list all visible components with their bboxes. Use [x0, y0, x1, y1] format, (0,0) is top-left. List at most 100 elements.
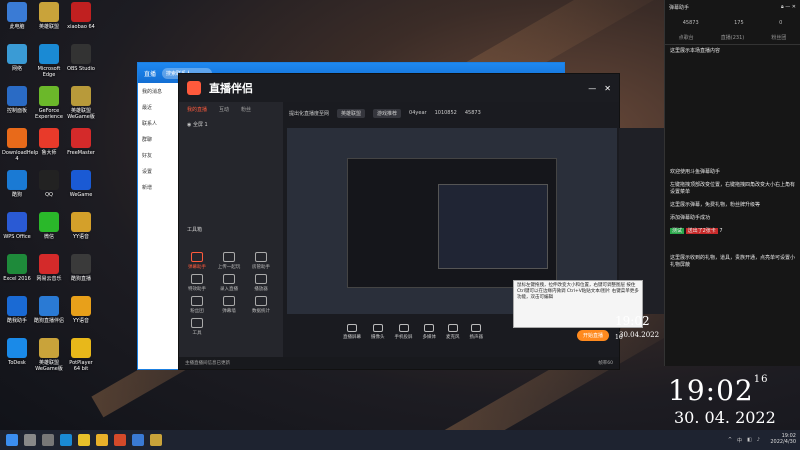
search-icon[interactable]: [24, 434, 36, 446]
tab-interact[interactable]: 互动: [219, 106, 229, 113]
chat-sidebar-item[interactable]: 新增: [138, 179, 178, 195]
desktop-icon[interactable]: YY语音: [66, 212, 96, 240]
app-icon: [7, 44, 27, 64]
control-button[interactable]: 直播屏幕: [343, 324, 361, 340]
desktop-icon[interactable]: 酷我助手: [2, 296, 32, 324]
minimize-icon[interactable]: —: [785, 4, 790, 10]
stream-title[interactable]: 提出化直播度至网: [289, 110, 329, 117]
tool-label: 特效助手: [188, 287, 206, 292]
app-icon: [39, 44, 59, 64]
desktop-icon[interactable]: PotPlayer 64 bit: [66, 338, 96, 372]
live-app-window[interactable]: 直播伴侣 — ✕ 我的直播 互动 粉丝 ◉ 全屏 1 工具箱 弹幕助手 上传一起玩…: [178, 73, 719, 370]
desktop-icon[interactable]: 英雄联盟 WeGame版: [66, 86, 96, 120]
desktop-icon[interactable]: xiaobao 64: [66, 2, 96, 30]
lol-icon[interactable]: [150, 434, 162, 446]
start-icon[interactable]: [6, 434, 18, 446]
lock-icon[interactable]: 🔒︎: [781, 4, 784, 10]
tool-button[interactable]: 特效助手: [183, 274, 211, 292]
desktop-icon[interactable]: 酷狗: [2, 170, 32, 198]
chat-sidebar-item[interactable]: 最近: [138, 99, 178, 115]
tray-date: 2022/4/30: [770, 439, 796, 445]
tool-button[interactable]: 弹幕助手: [183, 252, 211, 270]
desktop-icon[interactable]: FreeMaster: [66, 128, 96, 156]
desktop-icon[interactable]: 酷狗直播: [66, 254, 96, 282]
desktop-icon[interactable]: 网络: [2, 44, 32, 72]
tool-label: 录入直播: [220, 287, 238, 292]
desktop-icon[interactable]: 此电脑: [2, 2, 32, 30]
tool-button[interactable]: 粉丝团: [183, 296, 211, 314]
tray-clock[interactable]: 19:02 2022/4/30: [770, 433, 796, 445]
chat-sidebar-item[interactable]: 我的消息: [138, 83, 178, 99]
desktop-icon[interactable]: DownloadHelp 4: [2, 128, 38, 162]
app-icon[interactable]: [114, 434, 126, 446]
tool-button[interactable]: 上传一起玩: [215, 252, 243, 270]
app-logo-icon: [187, 81, 201, 95]
tab-fans[interactable]: 粉丝: [241, 106, 251, 113]
tab-song[interactable]: 点歌台: [679, 34, 694, 41]
app-icon: [7, 212, 27, 232]
app-icon: [71, 338, 91, 358]
explorer-icon[interactable]: [96, 434, 108, 446]
desktop-icon[interactable]: 网易云音乐: [34, 254, 64, 282]
danmaku-panel[interactable]: 弹幕助手 🔒︎ — ✕ 45873 175 0 点歌台 直播(231) 粉丝团 …: [664, 0, 800, 366]
minimize-icon[interactable]: —: [588, 84, 596, 93]
desktop-icon-label: 鲁大师: [41, 150, 57, 156]
tool-label: 房管助手: [252, 265, 270, 270]
desktop-icon[interactable]: 酷狗直播伴侣: [34, 296, 64, 324]
desktop-icon[interactable]: ToDesk: [2, 338, 32, 366]
desktop-icon[interactable]: 鲁大师: [34, 128, 64, 156]
desktop-icon[interactable]: Microsoft Edge: [34, 44, 64, 78]
tool-button[interactable]: 房管助手: [247, 252, 275, 270]
taskview-icon[interactable]: [42, 434, 54, 446]
desktop-icon[interactable]: OBS Studio: [66, 44, 96, 72]
eye-icon[interactable]: ◉: [187, 122, 191, 128]
app-icon: [71, 128, 91, 148]
tool-button[interactable]: 弹幕墙: [215, 296, 243, 314]
desktop-icon[interactable]: Excel 2016: [2, 254, 32, 282]
close-icon[interactable]: ✕: [604, 84, 611, 93]
tag-badge[interactable]: 游戏推荐: [373, 108, 402, 118]
tool-button[interactable]: 数据统计: [247, 296, 275, 314]
desktop-icon[interactable]: 英雄联盟: [34, 2, 64, 30]
tool-label: 弹幕助手: [188, 265, 206, 270]
desktop-icon[interactable]: 微信: [34, 212, 64, 240]
tool-button[interactable]: 工具: [183, 318, 211, 336]
tab-fanclub[interactable]: 粉丝团: [771, 34, 786, 41]
close-icon[interactable]: ✕: [792, 4, 796, 10]
chrome-icon[interactable]: [78, 434, 90, 446]
live-app-main: 提出化直播度至网 英雄联盟 游戏推荐 04year 1010852 45873 …: [283, 102, 719, 357]
start-live-button[interactable]: 开始直播: [576, 330, 609, 341]
desktop-icon[interactable]: WeGame: [66, 170, 96, 198]
network-icon[interactable]: ◧: [747, 437, 752, 444]
preview-date: 30.04.2022: [619, 331, 660, 339]
desktop-icon[interactable]: WPS Office: [2, 212, 32, 240]
control-button[interactable]: 多媒体: [423, 324, 436, 340]
desktop-icon[interactable]: YY语音: [66, 296, 96, 324]
ime-indicator[interactable]: 中: [737, 437, 742, 444]
control-button[interactable]: 手机投屏: [395, 324, 413, 340]
desktop-icon[interactable]: 英雄联盟 WeGame版: [34, 338, 64, 372]
control-button[interactable]: 扬声器: [470, 324, 483, 340]
kuaishou-icon[interactable]: [132, 434, 144, 446]
desktop-icon[interactable]: 控制面板: [2, 86, 32, 114]
desktop-icon[interactable]: QQ: [34, 170, 64, 198]
chevron-up-icon[interactable]: ^: [728, 437, 732, 444]
desktop-icon[interactable]: GeForce Experience: [34, 86, 64, 120]
tab-live[interactable]: 直播(231): [721, 34, 744, 41]
category-badge[interactable]: 英雄联盟: [337, 108, 366, 118]
chat-sidebar-item[interactable]: 设置: [138, 163, 178, 179]
gift-count: 7: [719, 228, 723, 234]
chat-sidebar-item[interactable]: 联系人: [138, 115, 178, 131]
edge-icon[interactable]: [60, 434, 72, 446]
tab-my-live[interactable]: 我的直播: [187, 106, 207, 113]
volume-icon[interactable]: ♪: [757, 437, 760, 444]
control-button[interactable]: 摄像头: [371, 324, 385, 340]
tool-button[interactable]: 录入直播: [215, 274, 243, 292]
chat-sidebar-item[interactable]: 群聊: [138, 131, 178, 147]
control-button[interactable]: 麦克风: [446, 324, 460, 340]
tool-icon: [191, 296, 203, 306]
gift-text: 送出了2张卡: [685, 228, 718, 234]
chat-sidebar-item[interactable]: 好友: [138, 147, 178, 163]
scene-item[interactable]: ◉ 全屏 1: [179, 117, 283, 132]
tool-button[interactable]: 播放器: [247, 274, 275, 292]
